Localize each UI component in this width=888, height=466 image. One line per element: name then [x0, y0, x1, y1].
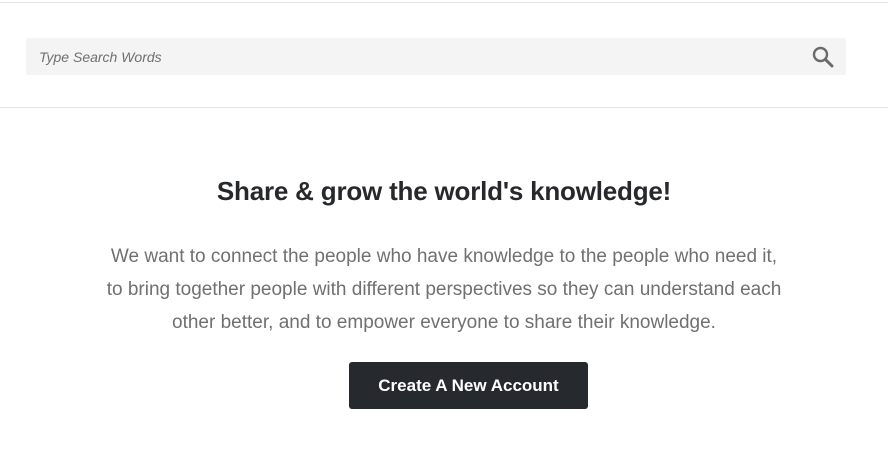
hero-title: Share & grow the world's knowledge! [216, 176, 672, 206]
search-input[interactable] [26, 38, 796, 75]
top-divider [0, 2, 888, 3]
search-icon[interactable] [812, 46, 834, 68]
create-account-button[interactable]: Create A New Account [349, 362, 588, 409]
hero-description: We want to connect the people who have k… [106, 246, 782, 333]
header-divider [0, 107, 888, 108]
search-bar [26, 38, 846, 75]
